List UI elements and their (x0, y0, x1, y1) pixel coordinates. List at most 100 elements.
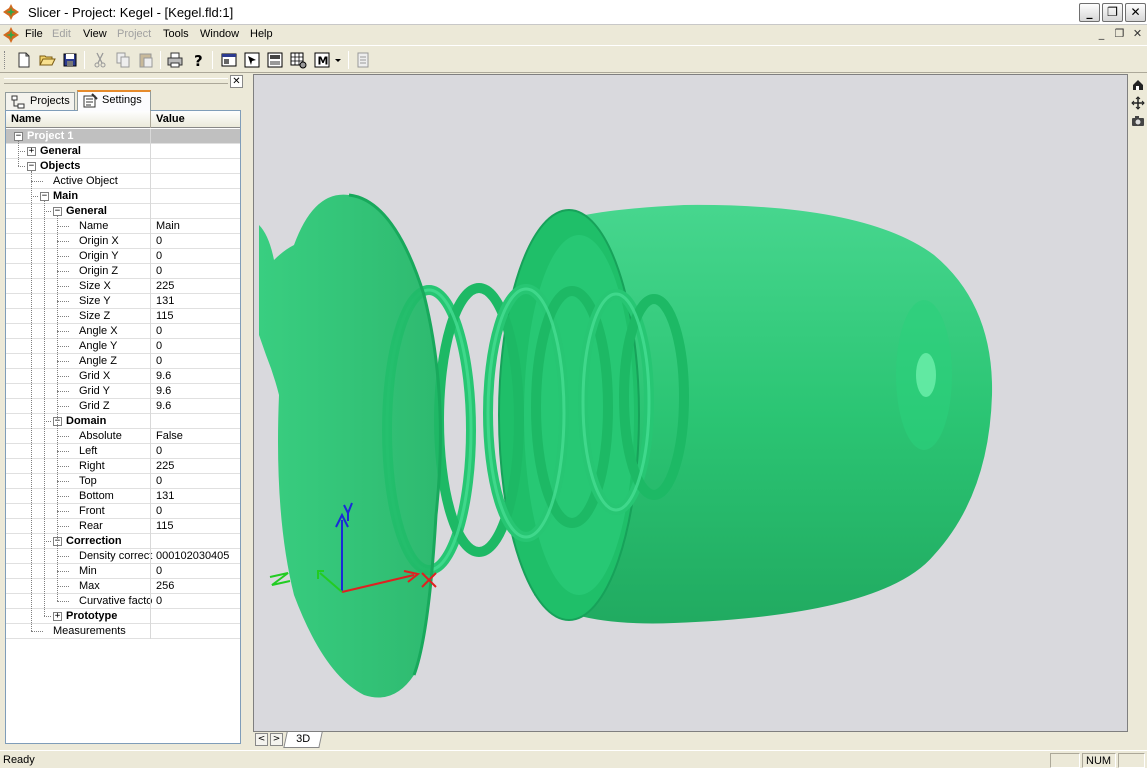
tree-row[interactable]: Grid X 9.6 (6, 369, 240, 384)
tree-row-value[interactable]: 0 (156, 235, 240, 247)
tree-row-value[interactable]: 131 (156, 490, 240, 502)
tree-row-value[interactable]: 225 (156, 280, 240, 292)
menu-help[interactable]: Help (250, 28, 273, 40)
collapse-minus-icon[interactable]: − (40, 192, 49, 201)
tree-row-value[interactable]: 0 (156, 355, 240, 367)
tree-row-value[interactable]: 0 (156, 445, 240, 457)
print-icon[interactable] (165, 50, 185, 70)
paste-icon[interactable] (136, 50, 156, 70)
tree-row-value[interactable]: 000102030405 (156, 550, 240, 562)
tree-row[interactable]: − Correction (6, 534, 240, 549)
tree-row-value[interactable]: Main (156, 220, 240, 232)
tree-row[interactable]: Origin Y 0 (6, 249, 240, 264)
viewport-3d[interactable] (253, 74, 1128, 732)
tree-row-value[interactable]: 0 (156, 565, 240, 577)
tree-row[interactable]: Right 225 (6, 459, 240, 474)
tree-row[interactable]: Origin Z 0 (6, 264, 240, 279)
tree-row[interactable]: Angle X 0 (6, 324, 240, 339)
tree-row[interactable]: Min 0 (6, 564, 240, 579)
tree-row[interactable]: Grid Y 9.6 (6, 384, 240, 399)
tree-row[interactable]: Origin X 0 (6, 234, 240, 249)
tree-row-value[interactable]: False (156, 430, 240, 442)
tree-row-value[interactable]: 131 (156, 295, 240, 307)
tree-row[interactable]: − Main (6, 189, 240, 204)
tree-row[interactable]: Measurements (6, 624, 240, 639)
tree-row[interactable]: Density correct 000102030405 (6, 549, 240, 564)
mdi-close-button[interactable]: ✕ (1130, 28, 1145, 42)
column-header-value[interactable]: Value (156, 113, 185, 125)
toolbar-grip[interactable] (4, 51, 7, 69)
close-button[interactable]: ✕ (1125, 3, 1146, 22)
tab-next-button[interactable]: > (270, 733, 283, 746)
tree-row-value[interactable]: 0 (156, 250, 240, 262)
tree-row[interactable]: + General (6, 144, 240, 159)
tab-projects[interactable]: Projects (5, 92, 75, 110)
tree-row-value[interactable]: 0 (156, 505, 240, 517)
tree-row-value[interactable]: 115 (156, 520, 240, 532)
export-icon[interactable] (353, 50, 373, 70)
menu-window[interactable]: Window (200, 28, 239, 40)
tab-prev-button[interactable]: < (255, 733, 268, 746)
tree-row[interactable]: Rear 115 (6, 519, 240, 534)
tree-row-value[interactable]: 0 (156, 595, 240, 607)
mode-dropdown-arrow-icon[interactable] (332, 50, 344, 70)
tree-row-value[interactable]: 9.6 (156, 370, 240, 382)
tree-row[interactable]: − Domain (6, 414, 240, 429)
tree-row-value[interactable]: 0 (156, 265, 240, 277)
mdi-restore-button[interactable]: ❐ (1112, 28, 1127, 42)
tree-row[interactable]: Bottom 131 (6, 489, 240, 504)
pan-icon[interactable] (1131, 96, 1145, 110)
minimize-button[interactable]: _ (1079, 3, 1100, 22)
tab-settings[interactable]: Settings (77, 90, 151, 111)
save-icon[interactable] (60, 50, 80, 70)
menu-file[interactable]: File (25, 28, 43, 40)
slice-view-icon[interactable] (265, 50, 285, 70)
tree-row[interactable]: Absolute False (6, 429, 240, 444)
tree-row[interactable]: Front 0 (6, 504, 240, 519)
tab-3d[interactable]: 3D (283, 732, 323, 748)
tree-row[interactable]: Max 256 (6, 579, 240, 594)
tree-row[interactable]: Top 0 (6, 474, 240, 489)
collapse-minus-icon[interactable]: − (53, 207, 62, 216)
tree-row[interactable]: Size Y 131 (6, 294, 240, 309)
tree-row[interactable]: − Project 1 (6, 129, 240, 144)
grid-settings-icon[interactable] (288, 50, 308, 70)
tree-row-value[interactable]: 9.6 (156, 400, 240, 412)
tree-row[interactable]: Left 0 (6, 444, 240, 459)
collapse-minus-icon[interactable]: − (27, 162, 36, 171)
camera-icon[interactable] (1131, 114, 1145, 128)
home-icon[interactable] (1131, 78, 1145, 92)
expand-plus-icon[interactable]: + (53, 612, 62, 621)
column-divider[interactable] (150, 111, 151, 128)
panel-close-button[interactable]: ✕ (230, 75, 243, 88)
tree-row[interactable]: Size X 225 (6, 279, 240, 294)
tree-row[interactable]: Grid Z 9.6 (6, 399, 240, 414)
copy-icon[interactable] (113, 50, 133, 70)
panel-grip[interactable] (4, 78, 228, 84)
tree-row[interactable]: Angle Y 0 (6, 339, 240, 354)
document-logo-icon[interactable] (3, 27, 19, 43)
collapse-minus-icon[interactable]: − (14, 132, 23, 141)
menu-view[interactable]: View (83, 28, 107, 40)
tree-row[interactable]: + Prototype (6, 609, 240, 624)
column-header-name[interactable]: Name (11, 113, 41, 125)
tree-row[interactable]: Curvative facto 0 (6, 594, 240, 609)
restore-button[interactable]: ❐ (1102, 3, 1123, 22)
tree-row[interactable]: − General (6, 204, 240, 219)
tree-row-value[interactable]: 9.6 (156, 385, 240, 397)
tree-row-value[interactable]: 0 (156, 475, 240, 487)
tree-row[interactable]: Active Object (6, 174, 240, 189)
mode-m-icon[interactable]: M (313, 50, 333, 70)
tree-row-value[interactable]: 0 (156, 340, 240, 352)
cut-icon[interactable] (90, 50, 110, 70)
tree-row-value[interactable]: 256 (156, 580, 240, 592)
menu-project[interactable]: Project (117, 28, 151, 40)
tree-row-value[interactable]: 0 (156, 325, 240, 337)
new-file-icon[interactable] (14, 50, 34, 70)
menu-tools[interactable]: Tools (163, 28, 189, 40)
tree-row-value[interactable]: 115 (156, 310, 240, 322)
select-pointer-icon[interactable] (242, 50, 262, 70)
tree-row[interactable]: − Objects (6, 159, 240, 174)
open-folder-icon[interactable] (37, 50, 57, 70)
view-window-icon[interactable] (219, 50, 239, 70)
